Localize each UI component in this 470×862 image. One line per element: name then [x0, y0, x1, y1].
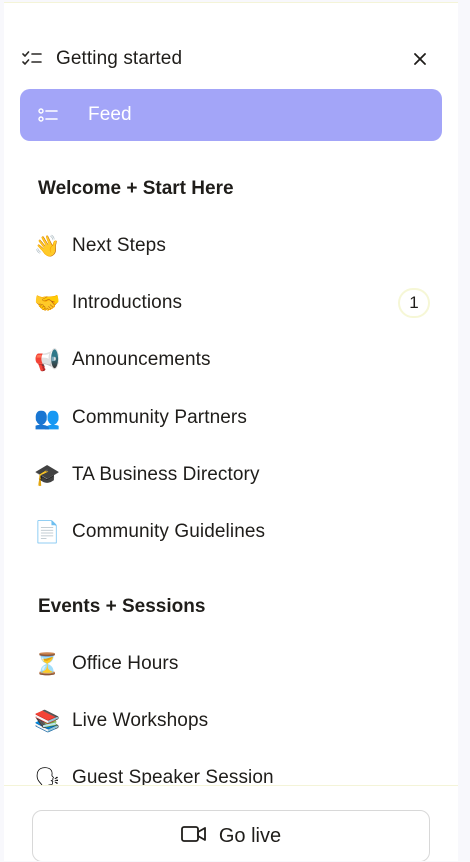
sidebar-item-office-hours[interactable]: ⏳ Office Hours [20, 642, 442, 686]
app-frame: Getting started Feed Welcome + Start Her… [0, 0, 470, 862]
getting-started-item[interactable]: Getting started [20, 37, 438, 81]
sidebar-item-label: Office Hours [72, 653, 179, 674]
sidebar-item-next-steps[interactable]: 👋 Next Steps [20, 224, 442, 268]
sidebar-item-label: Live Workshops [72, 710, 209, 731]
sidebar-item-label: Community Guidelines [72, 521, 266, 542]
sidebar-item-label: TA Business Directory [72, 464, 260, 485]
close-icon[interactable] [408, 47, 432, 71]
megaphone-icon: 📢 [34, 347, 61, 372]
sidebar-item-ta-business-directory[interactable]: 🎓 TA Business Directory [20, 453, 442, 497]
section-title-events: Events + Sessions [38, 596, 206, 617]
feed-label: Feed [88, 104, 132, 125]
sidebar-item-introductions[interactable]: 🤝 Introductions 1 [20, 281, 442, 325]
books-icon: 📚 [34, 708, 61, 733]
sidebar-item-community-partners[interactable]: 👥 Community Partners [20, 396, 442, 440]
sidebar-item-community-guidelines[interactable]: 📄 Community Guidelines [20, 510, 442, 554]
video-camera-icon [180, 825, 207, 848]
sidebar-panel: Getting started Feed Welcome + Start Her… [4, 2, 458, 861]
sidebar-item-feed[interactable]: Feed [20, 89, 442, 141]
graduation-cap-icon: 🎓 [34, 462, 61, 487]
sidebar-item-label: Community Partners [72, 407, 247, 428]
section-title-welcome: Welcome + Start Here [38, 178, 234, 199]
go-live-button[interactable]: Go live [32, 810, 430, 861]
hourglass-icon: ⏳ [34, 651, 61, 676]
sidebar-item-announcements[interactable]: 📢 Announcements [20, 338, 442, 382]
sidebar-item-label: Announcements [72, 349, 211, 370]
sidebar-item-live-workshops[interactable]: 📚 Live Workshops [20, 699, 442, 743]
sidebar-footer: Go live [4, 785, 458, 861]
people-icon: 👥 [34, 405, 61, 430]
unread-count-badge: 1 [398, 288, 430, 318]
document-icon: 📄 [34, 519, 61, 544]
getting-started-label: Getting started [56, 48, 183, 69]
go-live-label: Go live [218, 824, 282, 847]
checklist-icon [20, 50, 56, 68]
list-icon [20, 107, 72, 123]
waving-hand-icon: 👋 [34, 233, 61, 258]
sidebar-item-label: Next Steps [72, 235, 166, 256]
sidebar-item-label: Introductions [72, 292, 183, 313]
handshake-icon: 🤝 [34, 290, 61, 315]
